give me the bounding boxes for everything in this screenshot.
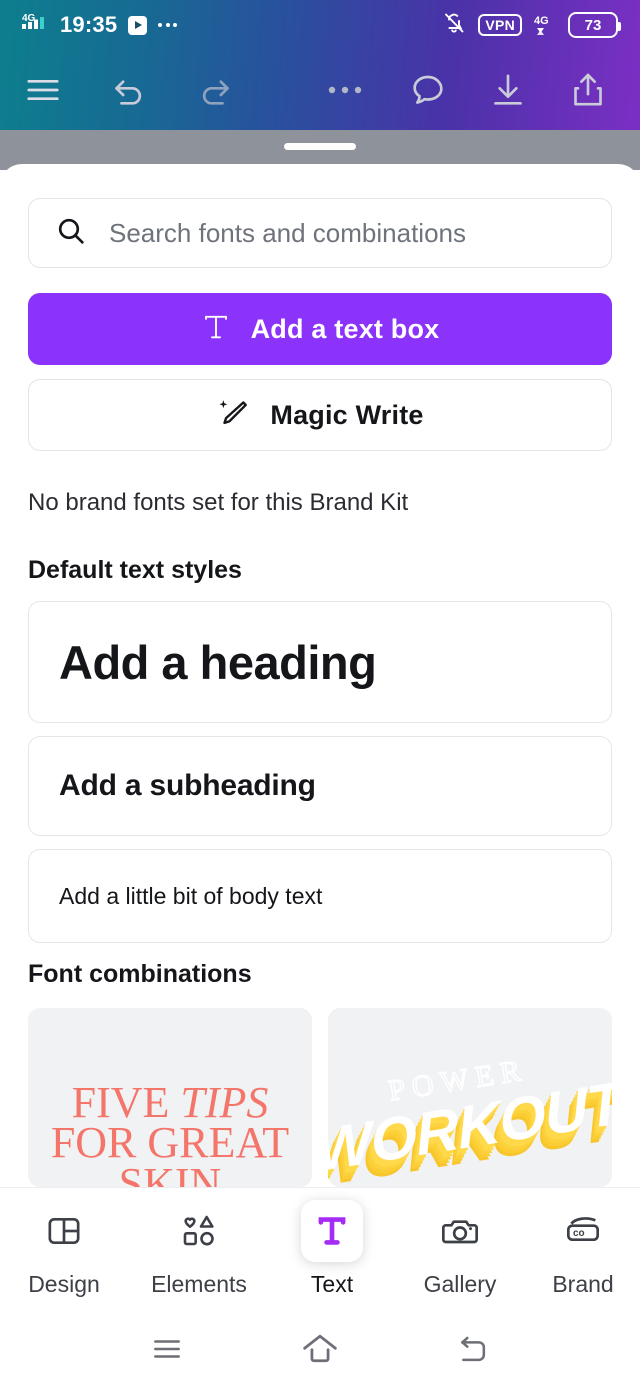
search-input[interactable]: Search fonts and combinations xyxy=(28,198,612,268)
system-navigation-bar xyxy=(0,1310,640,1387)
nav-label-gallery: Gallery xyxy=(423,1271,497,1297)
combo-line-3: SKIN xyxy=(118,1158,222,1187)
sheet-drag-handle[interactable] xyxy=(284,143,356,150)
comments-button[interactable] xyxy=(400,62,456,118)
text-panel-sheet: Search fonts and combinations Add a text… xyxy=(0,164,640,1187)
nav-label-elements: Elements xyxy=(151,1271,247,1297)
nav-item-gallery[interactable]: Gallery xyxy=(394,1200,526,1298)
recents-button[interactable] xyxy=(137,1319,197,1379)
download-button[interactable] xyxy=(480,62,536,118)
nav-item-elements[interactable]: Elements xyxy=(128,1200,270,1298)
search-icon xyxy=(55,215,87,252)
more-dots-icon xyxy=(158,23,178,27)
menu-button[interactable] xyxy=(15,62,71,118)
back-button[interactable] xyxy=(443,1319,503,1379)
svg-text:co: co xyxy=(573,1228,585,1239)
camera-icon xyxy=(429,1200,491,1262)
undo-button[interactable] xyxy=(101,62,157,118)
brand-kit-note: No brand fonts set for this Brand Kit xyxy=(28,489,409,516)
bell-off-icon xyxy=(442,11,466,40)
more-options-button[interactable] xyxy=(317,62,373,118)
vpn-badge: VPN xyxy=(478,13,522,37)
default-text-styles-title: Default text styles xyxy=(28,556,242,584)
home-button[interactable] xyxy=(290,1319,350,1379)
nav-item-design[interactable]: Design xyxy=(0,1200,128,1298)
combo-card-power-workout-art: POWER WORKOUT xyxy=(328,1008,612,1187)
nav-label-design: Design xyxy=(28,1271,100,1297)
style-card-subheading[interactable]: Add a subheading xyxy=(28,736,612,836)
status-bar: 4G 19:35 VPN 4G 73 xyxy=(0,0,640,50)
search-placeholder: Search fonts and combinations xyxy=(109,217,466,248)
combo-card-five-tips-text: FIVE TIPS FOR GREAT SKIN xyxy=(28,1081,312,1188)
add-text-box-label: Add a text box xyxy=(250,313,440,344)
network-signal-icon: 4G xyxy=(22,11,49,40)
magic-pencil-icon xyxy=(216,396,250,435)
text-t-icon xyxy=(301,1200,363,1262)
data-network-icon: 4G xyxy=(534,13,556,37)
nav-label-brand: Brand xyxy=(552,1271,614,1297)
text-t-icon xyxy=(201,312,231,347)
brand-kit-icon: co xyxy=(552,1200,614,1262)
style-card-heading-label: Add a heading xyxy=(59,635,377,689)
share-button[interactable] xyxy=(560,62,616,118)
style-card-heading[interactable]: Add a heading xyxy=(28,601,612,723)
nav-label-text: Text xyxy=(310,1271,354,1297)
editor-top-bar: 4G 19:35 VPN 4G 73 xyxy=(0,0,640,130)
canvas-toolbar xyxy=(0,50,640,130)
redo-button[interactable] xyxy=(187,62,243,118)
app-bottom-nav: Design Elements Text Gallery co Brand xyxy=(0,1187,640,1310)
shapes-icon xyxy=(168,1200,230,1262)
style-card-body-label: Add a little bit of body text xyxy=(59,882,323,909)
combo-card-five-tips[interactable]: FIVE TIPS FOR GREAT SKIN xyxy=(28,1008,312,1187)
svg-text:4G: 4G xyxy=(534,15,549,27)
style-card-body[interactable]: Add a little bit of body text xyxy=(28,849,612,943)
font-combinations-title: Font combinations xyxy=(28,960,252,988)
layout-panel-icon xyxy=(33,1200,95,1262)
battery-indicator: 73 xyxy=(568,12,621,38)
add-text-box-button[interactable]: Add a text box xyxy=(28,293,612,365)
combo-card-power-workout[interactable]: POWER WORKOUT xyxy=(328,1008,612,1187)
magic-write-button[interactable]: Magic Write xyxy=(28,379,612,451)
magic-write-label: Magic Write xyxy=(270,399,424,430)
play-icon xyxy=(128,15,148,35)
nav-item-brand[interactable]: co Brand xyxy=(526,1200,640,1298)
status-clock: 19:35 xyxy=(60,12,118,37)
style-card-subheading-label: Add a subheading xyxy=(59,769,316,802)
nav-item-text[interactable]: Text xyxy=(270,1200,394,1298)
